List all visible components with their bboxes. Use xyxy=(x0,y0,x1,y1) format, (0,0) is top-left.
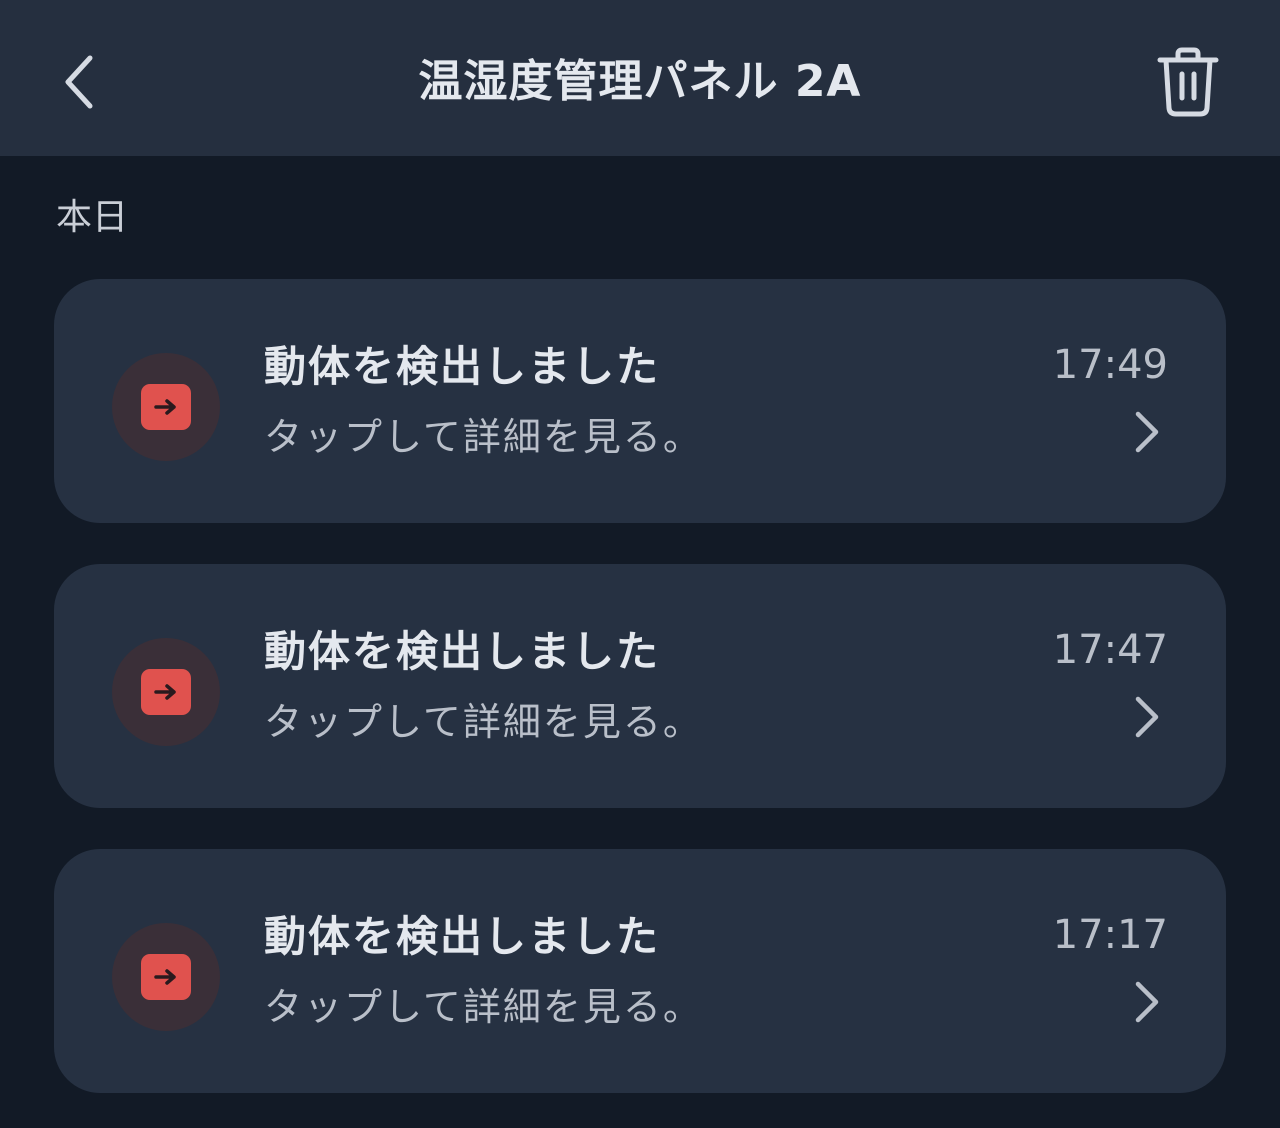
page-title: 温湿度管理パネル 2A xyxy=(418,56,862,107)
notification-title: 動体を検出しました xyxy=(264,342,661,391)
notification-icon-ring xyxy=(112,353,220,461)
chevron-right-icon xyxy=(1132,694,1162,740)
chevron-left-icon xyxy=(65,55,93,109)
notification-time: 17:49 xyxy=(1052,342,1168,388)
section-label-today: 本日 xyxy=(56,197,129,238)
trash-icon xyxy=(1157,47,1219,117)
notification-icon-ring xyxy=(112,638,220,746)
notification-time: 17:17 xyxy=(1052,912,1168,958)
arrow-right-square-icon xyxy=(141,669,191,715)
header-bar: 温湿度管理パネル 2A xyxy=(0,0,1280,156)
notification-time: 17:47 xyxy=(1052,627,1168,673)
notification-subtitle: タップして詳細を見る。 xyxy=(264,700,703,744)
notification-card[interactable]: 動体を検出しました タップして詳細を見る。 17:47 xyxy=(54,564,1226,808)
arrow-right-square-icon xyxy=(141,384,191,430)
notification-subtitle: タップして詳細を見る。 xyxy=(264,985,703,1029)
chevron-right-icon xyxy=(1132,409,1162,455)
back-button[interactable] xyxy=(48,44,112,120)
notification-title: 動体を検出しました xyxy=(264,912,661,961)
notification-title: 動体を検出しました xyxy=(264,627,661,676)
notification-icon-ring xyxy=(112,923,220,1031)
notification-subtitle: タップして詳細を見る。 xyxy=(264,415,703,459)
delete-button[interactable] xyxy=(1148,40,1228,124)
notification-card[interactable]: 動体を検出しました タップして詳細を見る。 17:49 xyxy=(54,279,1226,523)
notification-card[interactable]: 動体を検出しました タップして詳細を見る。 17:17 xyxy=(54,849,1226,1093)
chevron-right-icon xyxy=(1132,979,1162,1025)
arrow-right-square-icon xyxy=(141,954,191,1000)
